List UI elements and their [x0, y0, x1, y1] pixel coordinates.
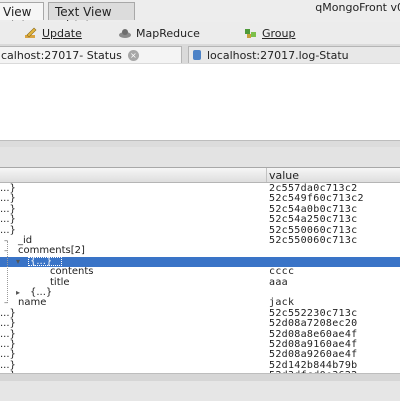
- tree-row[interactable]: – name jack: [0, 298, 400, 308]
- window-title: qMongoFront v0: [315, 1, 400, 14]
- tree-key: name: [18, 297, 47, 309]
- tree-value: 52d08a9260ae4f: [269, 349, 358, 361]
- mapreduce-label: MapReduce: [136, 26, 200, 40]
- tree-row[interactable]: – comments[2]: [0, 246, 400, 256]
- tab-status-label: calhost:27017- Status: [1, 48, 122, 62]
- tree-key: contents: [50, 266, 94, 278]
- mapreduce-button[interactable]: MapReduce: [118, 25, 200, 41]
- tree-guide-line: [7, 241, 8, 304]
- query-editor[interactable]: [0, 64, 400, 141]
- group-button[interactable]: Group: [244, 25, 296, 41]
- tree-row[interactable]: ...} 52d08a9260ae4f: [0, 350, 400, 360]
- focus-outline: [28, 256, 62, 266]
- tab-tree-view[interactable]: View: [0, 2, 44, 20]
- update-button[interactable]: Update: [24, 25, 82, 41]
- cloud-gear-icon: [118, 26, 132, 40]
- tree-row[interactable]: ...} 52c54a250c713c: [0, 215, 400, 225]
- tree-row[interactable]: ▸ {...}: [0, 288, 400, 298]
- tree-key: comments[2]: [18, 245, 85, 257]
- tree-key: title: [50, 276, 70, 288]
- tree-key: ...}: [0, 224, 16, 236]
- tree-row[interactable]: ...} 52c549f60c713c2: [0, 194, 400, 204]
- tree-value: 52c54a250c713c: [269, 214, 358, 226]
- group-icon: [244, 26, 258, 40]
- tree-key: ...}: [0, 318, 16, 330]
- tree-value: 52d08a7208ec20: [269, 318, 358, 330]
- document-tree[interactable]: value ...} 2c557da0c713c2...} 52c549f60c71…: [0, 168, 400, 373]
- database-icon: [193, 50, 201, 60]
- tree-value: 52c549f60c713c2: [269, 193, 364, 205]
- view-tab-bar: [0, 147, 400, 168]
- horizontal-scrollbar[interactable]: [0, 374, 400, 381]
- tab-log-status-label: localhost:27017.log-Statu: [207, 48, 349, 62]
- pencil-icon: [24, 26, 38, 40]
- tree-row[interactable]: ...} 52d08a7208ec20: [0, 319, 400, 329]
- tree-value: 52c550060c713c: [269, 235, 358, 246]
- tree-value: cccc: [269, 266, 295, 278]
- tree-value: aaa: [269, 276, 288, 288]
- tree-key: ...}: [0, 349, 16, 361]
- tree-row[interactable]: contents cccc: [0, 267, 400, 277]
- update-label: Update: [42, 26, 82, 40]
- tree-value: jack: [269, 297, 295, 309]
- tab-status[interactable]: calhost:27017- Status ×: [0, 46, 182, 63]
- tree-row[interactable]: title aaa: [0, 276, 400, 288]
- tab-text-view-label: Text View: [55, 4, 112, 19]
- group-label: Group: [262, 26, 296, 40]
- tree-key: ...}: [0, 214, 16, 226]
- close-icon[interactable]: ×: [127, 49, 139, 61]
- column-header-key[interactable]: [0, 168, 267, 182]
- tab-log-status[interactable]: localhost:27017.log-Statu: [188, 46, 400, 63]
- tab-text-view[interactable]: Text View: [48, 2, 135, 20]
- tab-tree-view-label: View: [3, 4, 32, 19]
- column-header-value[interactable]: value: [269, 169, 299, 182]
- tree-key: ...}: [0, 193, 16, 205]
- expand-arrow-icon[interactable]: ▾: [16, 257, 20, 267]
- tree-header: value: [0, 168, 400, 183]
